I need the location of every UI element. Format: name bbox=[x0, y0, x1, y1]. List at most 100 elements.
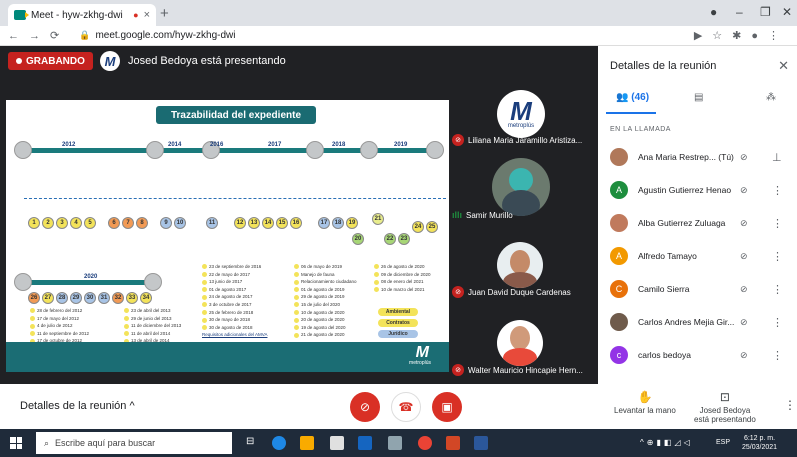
raise-hand-button[interactable]: ✋ Levantar la mano bbox=[614, 390, 676, 415]
participant-row[interactable]: A Alfredo Tamayo ⊘ ⋮ bbox=[598, 241, 797, 271]
step-badge: 11 bbox=[206, 217, 218, 229]
bullet-icon bbox=[124, 308, 129, 314]
participant-row[interactable]: C Camilo Sierra ⊘ ⋮ bbox=[598, 274, 797, 304]
file-explorer-icon[interactable] bbox=[300, 436, 314, 450]
participant-row[interactable]: Ana Maria Restrep... (Tú) ⊘ ⊥ bbox=[598, 142, 797, 172]
more-options-icon[interactable]: ⋮ bbox=[772, 250, 783, 263]
bullet-icon bbox=[294, 294, 299, 300]
camera-toggle-button[interactable]: ▣ bbox=[432, 392, 462, 422]
step-badge: 20 bbox=[352, 233, 364, 245]
bullet-icon bbox=[374, 264, 379, 270]
participant-row[interactable]: c carlos bedoya ⊘ ⋮ bbox=[598, 340, 797, 370]
participant-avatar bbox=[497, 320, 543, 366]
avatar: A bbox=[610, 247, 628, 265]
step-badge: 18 bbox=[332, 217, 344, 229]
pin-icon[interactable]: ⊥ bbox=[772, 151, 782, 164]
taskbar-search[interactable]: ⌕ Escribe aquí para buscar bbox=[36, 432, 232, 454]
powerpoint-icon[interactable] bbox=[446, 436, 460, 450]
store-icon[interactable] bbox=[330, 436, 344, 450]
mic-off-icon: ⊘ bbox=[740, 151, 748, 162]
tab-people[interactable]: 👥 (46) bbox=[616, 92, 649, 103]
mic-off-icon: ⊘ bbox=[452, 364, 464, 376]
language-indicator[interactable]: ESP bbox=[716, 439, 730, 446]
avatar bbox=[610, 148, 628, 166]
metroplus-wordmark: metroplús bbox=[409, 360, 431, 366]
url-field[interactable]: 🔒 meet.google.com/hyw-zkhg-dwi bbox=[79, 30, 235, 41]
participant-row[interactable]: Carlos Andres Mejia Gir... ⊘ ⋮ bbox=[598, 307, 797, 337]
participant-row[interactable]: Alba Gutierrez Zuluaga ⊘ ⋮ bbox=[598, 208, 797, 238]
close-window-button[interactable]: ✕ bbox=[782, 5, 792, 19]
date-item: 30 de agosto de 2018 bbox=[202, 325, 253, 331]
minimize-button[interactable]: – bbox=[736, 5, 743, 19]
more-options-icon[interactable]: ⋮ bbox=[772, 316, 783, 329]
bullet-icon bbox=[124, 323, 129, 329]
windows-start-icon[interactable] bbox=[10, 437, 22, 449]
bullet-icon bbox=[124, 315, 129, 321]
participant-row[interactable]: A Agustin Gutierrez Henao ⊘ ⋮ bbox=[598, 175, 797, 205]
date-item: 28 de febrero del 2012 bbox=[30, 308, 82, 314]
date-item: Relacionamiento ciudadano bbox=[294, 279, 357, 285]
word-icon[interactable] bbox=[474, 436, 488, 450]
participant-tile-name: ⊘ Juan David Duque Cardenas bbox=[452, 286, 571, 298]
url-text: meet.google.com/hyw-zkhg-dwi bbox=[95, 30, 236, 41]
close-tab-icon[interactable]: × bbox=[144, 9, 150, 21]
maximize-button[interactable]: ❐ bbox=[760, 5, 771, 19]
address-bar: ←→⟳ 🔒 meet.google.com/hyw-zkhg-dwi ▶☆✱●⋮ bbox=[0, 26, 797, 46]
mic-off-icon: ⊘ bbox=[740, 184, 748, 195]
more-options-icon[interactable]: ⋮ bbox=[772, 349, 783, 362]
app-icon[interactable] bbox=[388, 436, 402, 450]
step-badge: 9 bbox=[160, 217, 172, 229]
mic-toggle-button[interactable]: ⊘ bbox=[350, 392, 380, 422]
bullet-icon bbox=[294, 264, 299, 270]
date-item: 11 de diciembre del 2013 bbox=[124, 323, 181, 329]
more-options-icon[interactable]: ⋮ bbox=[772, 217, 783, 230]
timeline-cap bbox=[144, 273, 162, 291]
slide-footer: M metroplús bbox=[6, 342, 449, 372]
more-options-icon[interactable]: ⋮ bbox=[772, 184, 783, 197]
bullet-icon bbox=[30, 308, 35, 314]
presenting-text: Josed Bedoya está presentando bbox=[128, 55, 286, 67]
more-options-icon[interactable]: ⋮ bbox=[772, 283, 783, 296]
date-item: 13 junio de 2017 bbox=[202, 279, 242, 285]
legend-pill: Contratos bbox=[378, 319, 418, 327]
meeting-details-toggle[interactable]: Detalles de la reunión ^ bbox=[20, 400, 135, 412]
date-item: 08 de enero del 2021 bbox=[374, 279, 424, 285]
close-panel-button[interactable]: ✕ bbox=[778, 58, 789, 74]
new-tab-button[interactable]: + bbox=[160, 5, 169, 22]
mic-off-icon: ⊘ bbox=[452, 134, 464, 146]
bullet-icon bbox=[202, 271, 207, 277]
meet-favicon-icon bbox=[14, 10, 29, 20]
bullet-icon bbox=[30, 315, 35, 321]
tab-activities[interactable]: ⁂ bbox=[766, 92, 776, 103]
more-options-button[interactable]: ⋮ bbox=[784, 398, 796, 412]
mic-off-icon: ⊘ bbox=[740, 217, 748, 228]
extensions-icon[interactable]: ▶☆✱●⋮ bbox=[694, 29, 789, 42]
mic-off-icon: ⊘ bbox=[740, 283, 748, 294]
tab-chat[interactable]: ▤ bbox=[694, 92, 703, 103]
amva-requirements-link[interactable]: Requisitos adicionales del AMVA bbox=[202, 332, 267, 338]
metroplus-tile-logo: M metroplús bbox=[497, 90, 545, 138]
step-badge: 12 bbox=[234, 217, 246, 229]
mail-icon[interactable] bbox=[358, 436, 372, 450]
mic-off-icon: ⊘ bbox=[740, 316, 748, 327]
present-icon: ⊡ bbox=[719, 390, 730, 404]
timeline-cap bbox=[14, 141, 32, 159]
task-view-icon[interactable]: ⊟ bbox=[246, 436, 260, 450]
date-item: 26 de agosto de 2020 bbox=[374, 264, 425, 270]
bullet-icon bbox=[202, 325, 207, 331]
step-badge: 31 bbox=[98, 292, 110, 304]
presenting-button[interactable]: ⊡ Josed Bedoya está presentando bbox=[694, 390, 756, 424]
hang-up-button[interactable]: ☎ bbox=[391, 392, 421, 422]
nav-buttons-icon[interactable]: ←→⟳ bbox=[8, 29, 69, 42]
system-tray-icons[interactable]: ^⊕▮◧◿◁ bbox=[640, 438, 693, 447]
browser-tab[interactable]: Meet - hyw-zkhg-dwi ● × bbox=[8, 4, 156, 26]
bullet-icon bbox=[124, 331, 129, 337]
profile-icon[interactable]: ● bbox=[710, 5, 717, 19]
edge-icon[interactable] bbox=[272, 436, 286, 450]
chrome-icon[interactable] bbox=[418, 436, 432, 450]
avatar: A bbox=[610, 181, 628, 199]
meet-stage: GRABANDO M Josed Bedoya está presentando… bbox=[0, 46, 598, 384]
clock[interactable]: 6:12 p. m. 25/03/2021 bbox=[742, 434, 777, 452]
date-item: 23 de abril del 2013 bbox=[124, 308, 171, 314]
date-item: 10 de agosto de 2020 bbox=[294, 310, 345, 316]
